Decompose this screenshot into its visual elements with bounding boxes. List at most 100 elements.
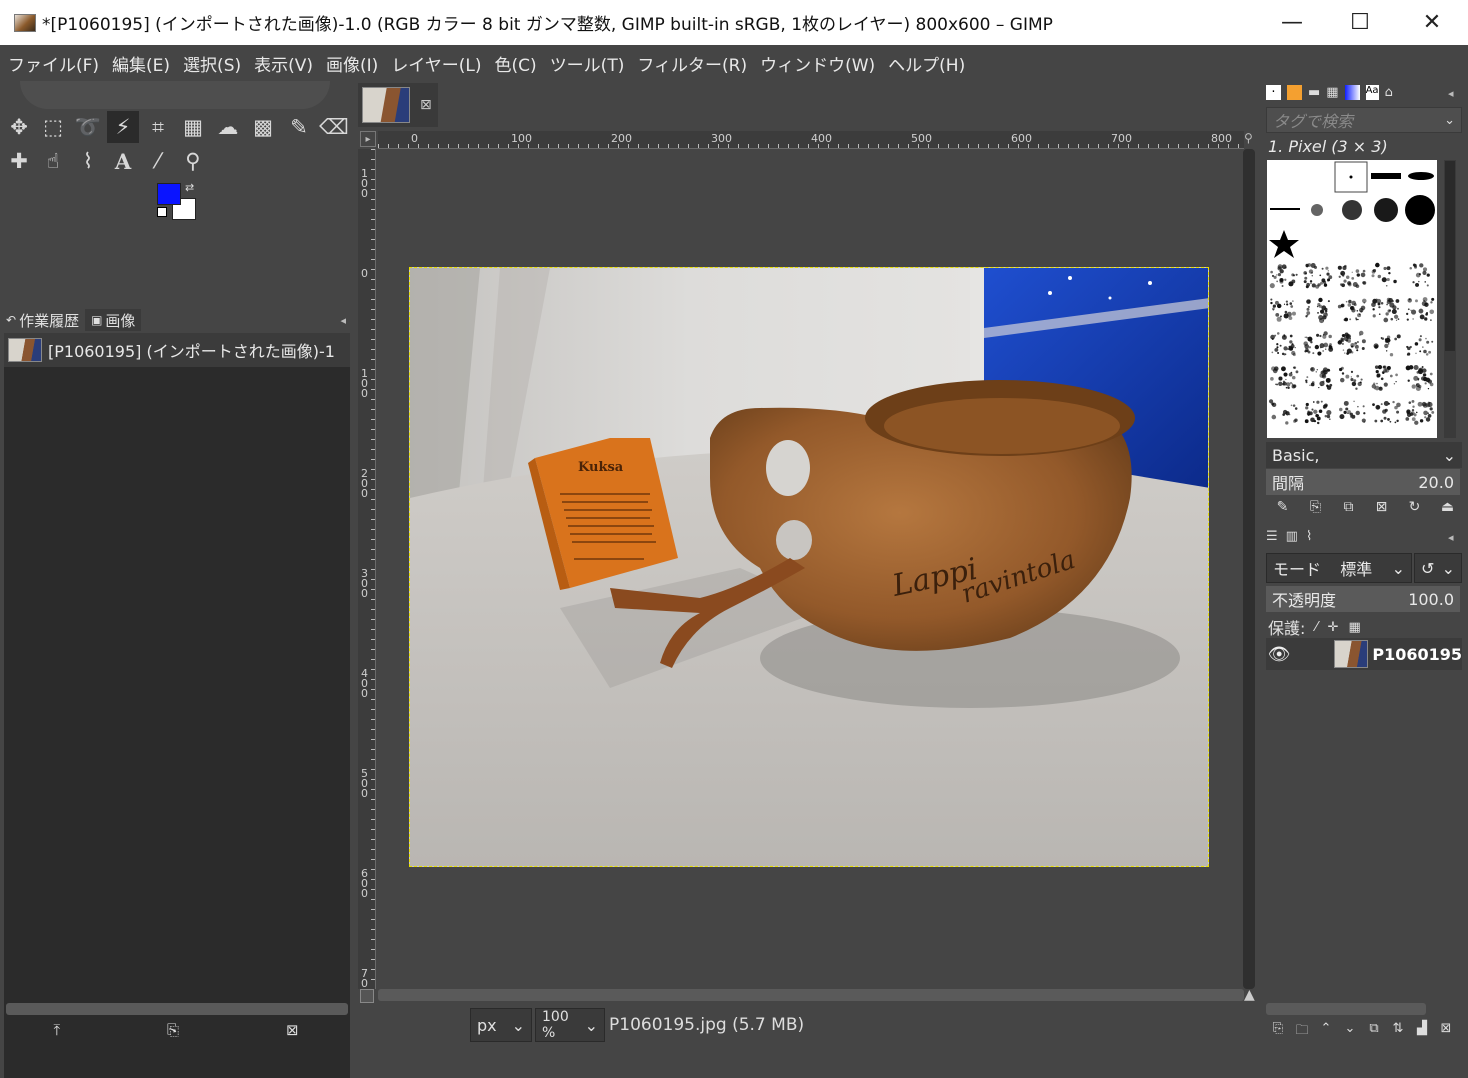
gradient-icon[interactable]: ▩: [247, 111, 279, 143]
brush-dot: [1394, 405, 1398, 410]
crop-icon[interactable]: ⌗: [142, 111, 174, 143]
warp-icon[interactable]: ☁: [212, 111, 244, 143]
brush-dot: [1310, 382, 1315, 387]
color-picker-icon[interactable]: ⁄: [142, 145, 174, 177]
gradients-tab-icon[interactable]: [1344, 85, 1360, 100]
brush-dot: [1354, 342, 1358, 345]
swap-colors-icon[interactable]: ⇄: [185, 181, 194, 194]
raise-layer-icon[interactable]: ⌃: [1314, 1021, 1338, 1043]
duplicate-brush-icon[interactable]: ⧉: [1332, 499, 1365, 515]
menu-tools[interactable]: ツール(T): [550, 51, 625, 76]
foreground-color-swatch[interactable]: [157, 183, 181, 205]
image-tab[interactable]: ⊠: [358, 83, 438, 127]
menu-image[interactable]: 画像(I): [326, 51, 378, 76]
menu-edit[interactable]: 編集(E): [112, 51, 170, 76]
vertical-ruler[interactable]: 100 0 100 200 300 400 500 600 700: [358, 149, 376, 989]
layers-scrollbar[interactable]: [1266, 1003, 1426, 1015]
tab-history[interactable]: ↶ 作業履歴: [0, 309, 85, 331]
panel-menu-icon[interactable]: ◂: [340, 314, 346, 327]
menu-view[interactable]: 表示(V): [254, 51, 313, 76]
channels-tab-icon[interactable]: ▥: [1286, 529, 1298, 544]
paths-tab-icon[interactable]: ⌇: [1306, 529, 1312, 544]
paths-icon[interactable]: ⌇: [72, 145, 104, 177]
close-button[interactable]: ✕: [1396, 0, 1468, 45]
brush-dot: [1339, 407, 1343, 412]
layer-row[interactable]: 👁 P1060195: [1266, 638, 1462, 670]
menu-arrow-icon[interactable]: ▸: [360, 131, 376, 147]
new-display-icon[interactable]: ⎘: [167, 1021, 179, 1039]
image-content[interactable]: Kuksa Lappi ravintola: [409, 267, 1209, 867]
refresh-brushes-icon[interactable]: ↻: [1398, 499, 1431, 515]
menu-select[interactable]: 選択(S): [183, 51, 241, 76]
duplicate-layer-icon[interactable]: ⧉: [1362, 1021, 1386, 1043]
layer-mode-select[interactable]: モード 標準 ⌄: [1266, 553, 1412, 583]
lock-pixels-icon[interactable]: ⁄: [1315, 620, 1317, 635]
close-tab-icon[interactable]: ⊠: [420, 97, 432, 113]
text-icon[interactable]: A: [107, 145, 139, 177]
brush-editor-tab-icon[interactable]: ▬: [1308, 85, 1320, 100]
smudge-icon[interactable]: ☝: [37, 145, 69, 177]
visibility-eye-icon[interactable]: 👁: [1266, 644, 1292, 665]
open-brush-icon[interactable]: ⏏: [1431, 499, 1464, 515]
brush-scrollbar[interactable]: [1444, 160, 1456, 438]
patterns-tab-icon[interactable]: [1287, 85, 1302, 100]
zoom-fit-icon[interactable]: ⚲: [1244, 131, 1258, 147]
maximize-button[interactable]: ☐: [1324, 0, 1396, 45]
vertical-scrollbar[interactable]: [1242, 149, 1256, 989]
menu-filters[interactable]: フィルター(R): [637, 51, 747, 76]
menu-colors[interactable]: 色(C): [495, 51, 537, 76]
opacity-slider[interactable]: 不透明度 100.0: [1266, 586, 1460, 612]
composite-mode-select[interactable]: ↺ ⌄: [1414, 553, 1462, 583]
new-group-icon[interactable]: 🗀: [1290, 1021, 1314, 1043]
edit-brush-icon[interactable]: ✎: [1266, 499, 1299, 515]
unified-transform-icon[interactable]: ▦: [177, 111, 209, 143]
brush-dot: [1306, 311, 1311, 315]
new-layer-icon[interactable]: ⎘: [1266, 1021, 1290, 1043]
minimize-button[interactable]: —: [1256, 0, 1328, 45]
lasso-icon[interactable]: ➰: [72, 111, 104, 143]
left-panel-scrollbar[interactable]: [6, 1003, 348, 1015]
delete-brush-icon[interactable]: ⊠: [1365, 499, 1398, 515]
fonts-tab-icon[interactable]: Aa: [1365, 85, 1379, 100]
brush-preset-select[interactable]: Basic, ⌄: [1266, 442, 1462, 468]
menu-layer[interactable]: レイヤー(L): [391, 51, 481, 76]
eraser-icon[interactable]: ⌫: [318, 111, 350, 143]
panel-menu-icon[interactable]: ◂: [1448, 87, 1454, 100]
patterns-grid-tab-icon[interactable]: ▦: [1326, 85, 1338, 100]
lock-alpha-icon[interactable]: ▦: [1348, 620, 1360, 635]
unit-select[interactable]: px ⌄: [470, 1008, 532, 1042]
navigate-icon[interactable]: ▲: [1244, 987, 1255, 1003]
quick-mask-icon[interactable]: [360, 989, 374, 1003]
menu-windows[interactable]: ウィンドウ(W): [760, 51, 875, 76]
panel-menu-icon[interactable]: ◂: [1448, 531, 1454, 544]
tab-images[interactable]: ▣ 画像: [85, 309, 142, 331]
spacing-slider[interactable]: 間隔 20.0: [1266, 469, 1460, 495]
lock-position-icon[interactable]: ✛: [1328, 620, 1339, 635]
lower-layer-icon[interactable]: ⌄: [1338, 1021, 1362, 1043]
layers-tab-icon[interactable]: ☰: [1266, 529, 1278, 544]
menu-help[interactable]: ヘルプ(H): [888, 51, 965, 76]
mask-icon[interactable]: ▟: [1410, 1021, 1434, 1043]
merge-layer-icon[interactable]: ⇅: [1386, 1021, 1410, 1043]
default-colors-icon[interactable]: [157, 207, 167, 217]
heal-icon[interactable]: ✚: [3, 145, 35, 177]
delete-image-icon[interactable]: ⊠: [286, 1021, 299, 1039]
new-brush-icon[interactable]: ⎘: [1299, 499, 1332, 515]
delete-layer-icon[interactable]: ⊠: [1434, 1021, 1458, 1043]
rect-select-icon[interactable]: ⬚: [37, 111, 69, 143]
templates-tab-icon[interactable]: ⌂: [1385, 85, 1393, 100]
menu-file[interactable]: ファイル(F): [8, 51, 99, 76]
canvas[interactable]: Kuksa Lappi ravintola: [378, 149, 1244, 989]
zoom-select[interactable]: 100 % ⌄: [535, 1008, 605, 1042]
horizontal-scrollbar[interactable]: [378, 989, 1244, 1001]
horizontal-ruler[interactable]: 0 100 200 300 400 500 600 700 800: [378, 131, 1244, 149]
tag-search-input[interactable]: タグで検索 ⌄: [1266, 107, 1462, 133]
list-item[interactable]: [P1060195] (インポートされた画像)-1: [4, 333, 350, 367]
move-icon[interactable]: ✥: [3, 111, 35, 143]
brushes-tab-icon[interactable]: ·: [1266, 85, 1281, 100]
brush-grid[interactable]: [1267, 160, 1437, 438]
zoom-icon[interactable]: ⚲: [177, 145, 209, 177]
paintbrush-icon[interactable]: ✎: [283, 111, 315, 143]
fuzzy-select-icon[interactable]: ⚡: [107, 111, 139, 143]
raise-image-icon[interactable]: ⤒: [53, 1021, 60, 1039]
